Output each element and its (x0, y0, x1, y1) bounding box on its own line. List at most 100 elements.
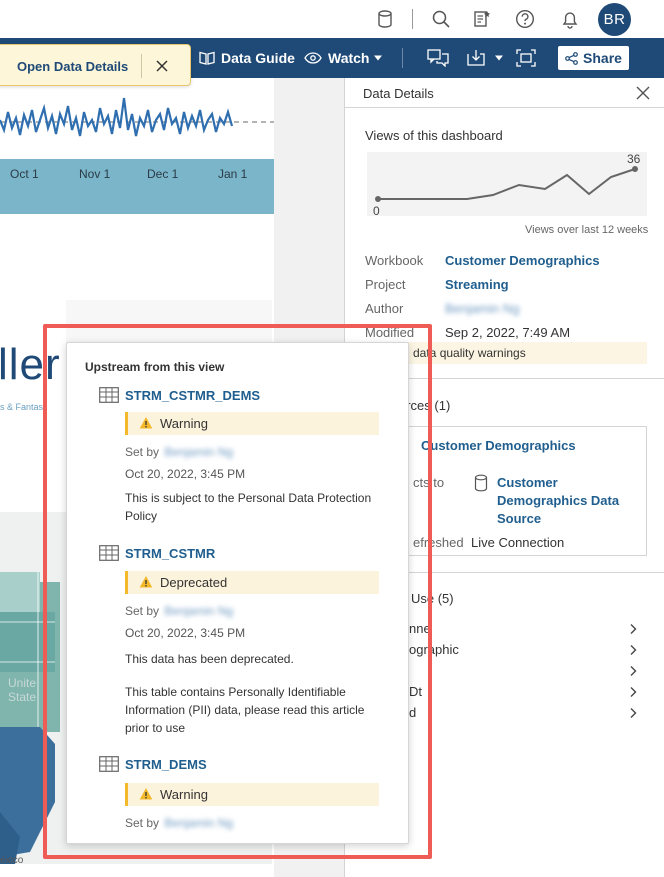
panel-header: Data Details (345, 78, 664, 108)
author-name[interactable]: Benjamin Ng (445, 301, 519, 316)
table-icon (99, 387, 119, 403)
download-button[interactable] (466, 38, 504, 78)
timestamp: Oct 20, 2022, 3:45 PM (125, 626, 246, 640)
eye-icon (304, 52, 322, 64)
close-icon[interactable] (635, 85, 651, 101)
caret-down-icon (374, 55, 383, 61)
set-by: Set by Benjamin Ng (125, 604, 234, 618)
warning-icon (139, 417, 153, 429)
toolbar-divider (402, 48, 403, 68)
modified-key: Modified (365, 325, 415, 340)
set-by-user[interactable]: Benjamin Ng (164, 604, 233, 618)
help-icon[interactable] (514, 8, 536, 30)
in-use-heading: Use (5) (411, 591, 454, 606)
badge-label: Warning (160, 416, 208, 431)
map-label-us: Unite State (8, 676, 37, 704)
connection-type: Live Connection (471, 535, 565, 550)
share-icon (565, 51, 578, 65)
download-icon (467, 50, 485, 66)
month-label: Dec 1 (147, 167, 179, 181)
watch-button[interactable]: Watch (304, 38, 383, 78)
share-button[interactable]: Share (558, 46, 629, 70)
description: This data has been deprecated. (125, 652, 294, 666)
comments-button[interactable] (427, 38, 455, 78)
refreshed-label: efreshed (413, 535, 464, 550)
data-guide-button[interactable]: Data Guide (199, 38, 295, 78)
views-min: 0 (373, 204, 380, 218)
workbook-key: Workbook (365, 253, 424, 268)
table-link[interactable]: STRM_CSTMR (125, 546, 215, 561)
timestamp: Oct 20, 2022, 3:45 PM (125, 467, 246, 481)
description: This table contains Personally Identifia… (125, 685, 365, 735)
caret-down-icon (495, 55, 503, 61)
top-bar: BR (0, 0, 664, 38)
modified-value: Sep 2, 2022, 7:49 AM (445, 325, 571, 340)
chevron-right-icon[interactable] (627, 644, 639, 656)
warning-icon (139, 788, 153, 800)
table-link[interactable]: STRM_DEMS (125, 757, 207, 772)
month-label: Jan 1 (218, 167, 248, 181)
database-icon[interactable] (374, 8, 396, 30)
close-icon[interactable] (154, 58, 170, 74)
upstream-lineage-popup: Upstream from this view STRM_CSTMR_DEMS … (66, 342, 409, 844)
set-by-user[interactable]: Benjamin Ng (164, 816, 233, 830)
open-data-details-link[interactable]: Open Data Details (17, 59, 128, 74)
open-data-details-banner: Open Data Details (0, 44, 191, 86)
data-guide-label: Data Guide (221, 50, 295, 66)
set-by: Set by Benjamin Ng (125, 816, 234, 830)
in-use-item[interactable]: ographic (409, 642, 459, 657)
in-use-item[interactable]: d (409, 705, 416, 720)
workbook-link[interactable]: Customer Demographics (445, 253, 600, 268)
database-icon (474, 474, 488, 492)
avatar[interactable]: BR (598, 3, 631, 36)
badge-label: Deprecated (160, 575, 228, 590)
share-label: Share (583, 50, 622, 66)
chevron-right-icon[interactable] (627, 686, 639, 698)
connects-to-label: cts to (413, 475, 445, 490)
views-caption: Views over last 12 weeks (525, 224, 649, 236)
views-sparkline (367, 152, 647, 216)
project-link[interactable]: Streaming (445, 277, 509, 292)
chevron-right-icon[interactable] (627, 707, 639, 719)
description: This is subject to the Personal Data Pro… (125, 491, 372, 523)
search-icon[interactable] (430, 8, 452, 30)
map-label-mexico: exico (0, 855, 24, 866)
popup-title: Upstream from this view (85, 360, 225, 374)
views-title: Views of this dashboard (365, 128, 503, 143)
warning-badge: Warning (125, 783, 379, 806)
month-label: Oct 1 (10, 167, 39, 181)
data-quality-text: data quality warnings (413, 346, 526, 360)
fullscreen-icon (516, 49, 536, 67)
comments-icon (427, 49, 449, 67)
panel-title: Data Details (363, 86, 434, 101)
table-link[interactable]: STRM_CSTMR_DEMS (125, 388, 260, 403)
sparkline-line (375, 166, 638, 202)
bell-icon[interactable] (559, 8, 581, 30)
chevron-right-icon[interactable] (627, 623, 639, 635)
warning-icon (139, 576, 153, 588)
data-source-link[interactable]: Customer Demographics (421, 438, 576, 453)
views-max: 36 (627, 152, 641, 166)
watch-label: Watch (328, 50, 370, 66)
timeseries-line (0, 97, 274, 137)
in-use-item[interactable]: nne (409, 621, 431, 636)
in-use-item[interactable]: Dt (409, 684, 422, 699)
set-by: Set by Benjamin Ng (125, 445, 234, 459)
warning-badge: Warning (125, 412, 379, 435)
data-source-target-link[interactable]: Customer Demographics Data Source (497, 474, 627, 528)
fullscreen-button[interactable] (516, 38, 542, 78)
topbar-divider (412, 9, 413, 29)
dashboard-title: ller (0, 340, 61, 389)
dashboard-subtitle: s & Fantas (0, 402, 44, 412)
book-icon (199, 51, 215, 65)
table-icon (99, 756, 119, 772)
set-by-user[interactable]: Benjamin Ng (164, 445, 233, 459)
badge-label: Warning (160, 787, 208, 802)
chevron-right-icon[interactable] (627, 665, 639, 677)
notes-icon[interactable] (471, 8, 493, 30)
banner-divider (141, 54, 142, 78)
deprecated-badge: Deprecated (125, 571, 379, 594)
month-label: Nov 1 (79, 167, 111, 181)
project-key: Project (365, 277, 406, 292)
table-icon (99, 545, 119, 561)
